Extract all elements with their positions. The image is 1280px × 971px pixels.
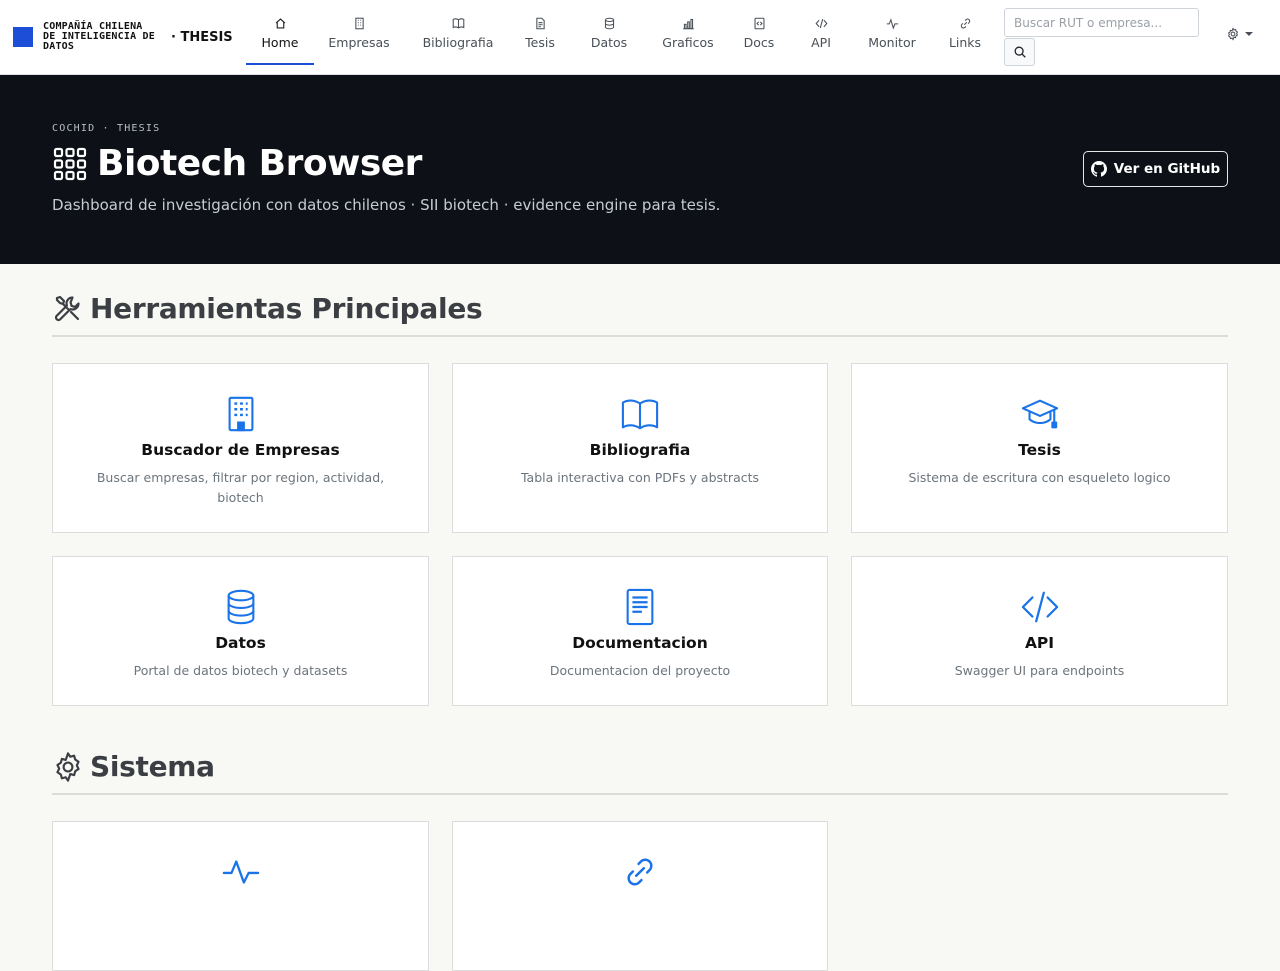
nav-item-docs[interactable]: Docs bbox=[726, 0, 792, 74]
card-description: Tabla interactiva con PDFs y abstracts bbox=[520, 470, 760, 485]
code-icon bbox=[814, 16, 828, 30]
nav-item-label: Bibliografia bbox=[422, 35, 494, 50]
code-file-icon bbox=[752, 16, 766, 30]
nav-item-label: API bbox=[811, 35, 831, 50]
building-icon bbox=[352, 16, 366, 30]
nav-item-label: Home bbox=[261, 35, 299, 50]
database-icon bbox=[222, 588, 260, 626]
card-title: Buscador de Empresas bbox=[141, 441, 340, 459]
card-bibliografia[interactable]: Bibliografia Tabla interactiva con PDFs … bbox=[452, 363, 828, 533]
database-icon bbox=[602, 16, 616, 30]
search-button[interactable] bbox=[1004, 38, 1035, 66]
card-datos[interactable]: Datos Portal de datos biotech y datasets bbox=[52, 556, 429, 706]
github-icon bbox=[1090, 161, 1114, 177]
file-text-icon bbox=[533, 16, 547, 30]
nav-item-label: Tesis bbox=[525, 35, 555, 50]
nav-item-label: Graficos bbox=[662, 35, 714, 50]
section-title: Sistema bbox=[90, 750, 215, 783]
nav-item-links[interactable]: Links bbox=[934, 0, 996, 74]
nav-item-home[interactable]: Home bbox=[246, 0, 314, 74]
card-description: Documentacion del proyecto bbox=[549, 663, 731, 678]
nav-search bbox=[1004, 8, 1199, 66]
settings-dropdown-button[interactable] bbox=[1226, 27, 1253, 41]
home-icon bbox=[273, 16, 287, 30]
github-button-label: Ver en GitHub bbox=[1113, 161, 1221, 177]
nav-item-monitor[interactable]: Monitor bbox=[850, 0, 934, 74]
section-header-sistema: Sistema bbox=[52, 750, 1228, 795]
nav-item-empresas[interactable]: Empresas bbox=[314, 0, 404, 74]
card-tesis[interactable]: Tesis Sistema de escritura con esqueleto… bbox=[851, 363, 1228, 533]
code-icon bbox=[1021, 588, 1059, 626]
book-icon bbox=[621, 395, 659, 433]
nav-item-tesis[interactable]: Tesis bbox=[512, 0, 568, 74]
card-monitor[interactable] bbox=[52, 821, 429, 971]
hero-eyebrow: COCHID · THESIS bbox=[52, 123, 161, 134]
file-text-icon bbox=[621, 588, 659, 626]
main-nav: Home Empresas Bibliografia Tesis Datos G… bbox=[246, 0, 996, 74]
tools-icon bbox=[52, 293, 90, 325]
link-icon bbox=[958, 16, 972, 30]
card-description: Buscar empresas, filtrar por region, act… bbox=[96, 470, 385, 505]
card-title: Tesis bbox=[1018, 441, 1061, 459]
building-icon bbox=[222, 395, 260, 433]
card-buscador-empresas[interactable]: Buscador de Empresas Buscar empresas, fi… bbox=[52, 363, 429, 533]
brand-name: COMPAÑÍA CHILENA DE INTELIGENCIA DE DATO… bbox=[43, 21, 155, 52]
card-title: API bbox=[1024, 634, 1055, 652]
brand-suffix: · THESIS bbox=[171, 29, 233, 45]
card-description: Sistema de escritura con esqueleto logic… bbox=[908, 470, 1171, 485]
grid-icon bbox=[52, 146, 97, 182]
nav-item-label: Datos bbox=[590, 35, 628, 50]
brand-logo bbox=[13, 27, 33, 47]
card-description: Swagger UI para endpoints bbox=[954, 663, 1125, 678]
hero-banner: COCHID · THESIS Biotech Browser Dashboar… bbox=[0, 75, 1280, 264]
nav-item-bibliografia[interactable]: Bibliografia bbox=[404, 0, 512, 74]
book-icon bbox=[451, 16, 465, 30]
search-icon bbox=[1013, 45, 1027, 59]
activity-icon bbox=[885, 16, 899, 30]
search-input[interactable] bbox=[1004, 8, 1199, 37]
nav-item-label: Links bbox=[948, 35, 982, 50]
activity-icon bbox=[222, 853, 260, 891]
hero-subtitle: Dashboard de investigación con datos chi… bbox=[52, 196, 721, 214]
gear-icon bbox=[52, 751, 90, 783]
card-title: Documentacion bbox=[572, 634, 708, 652]
mortarboard-icon bbox=[1021, 395, 1059, 433]
card-title: Datos bbox=[215, 634, 266, 652]
nav-item-label: Docs bbox=[743, 35, 775, 50]
brand[interactable]: COMPAÑÍA CHILENA DE INTELIGENCIA DE DATO… bbox=[0, 0, 246, 74]
chevron-down-icon bbox=[1245, 32, 1253, 36]
card-api[interactable]: API Swagger UI para endpoints bbox=[851, 556, 1228, 706]
gear-icon bbox=[1226, 27, 1240, 41]
github-button[interactable]: Ver en GitHub bbox=[1083, 151, 1228, 187]
card-description: Portal de datos biotech y datasets bbox=[133, 663, 348, 678]
section-header-herramientas: Herramientas Principales bbox=[52, 292, 1228, 337]
bar-chart-icon bbox=[681, 16, 695, 30]
card-title: Bibliografia bbox=[589, 441, 691, 459]
card-links[interactable] bbox=[452, 821, 828, 971]
top-navbar: COMPAÑÍA CHILENA DE INTELIGENCIA DE DATO… bbox=[0, 0, 1280, 75]
link-icon bbox=[621, 853, 659, 891]
nav-item-api[interactable]: API bbox=[792, 0, 850, 74]
nav-item-label: Monitor bbox=[868, 35, 916, 50]
page-title: Biotech Browser bbox=[97, 143, 422, 184]
hero-title: Biotech Browser bbox=[52, 143, 422, 184]
card-documentacion[interactable]: Documentacion Documentacion del proyecto bbox=[452, 556, 828, 706]
nav-item-graficos[interactable]: Graficos bbox=[650, 0, 726, 74]
nav-item-label: Empresas bbox=[328, 35, 390, 50]
section-title: Herramientas Principales bbox=[90, 292, 483, 325]
nav-item-datos[interactable]: Datos bbox=[568, 0, 650, 74]
